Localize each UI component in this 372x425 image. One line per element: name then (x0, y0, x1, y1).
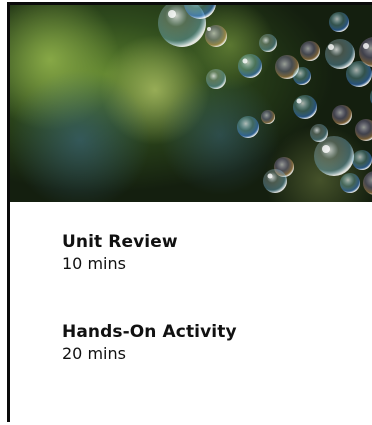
lesson-duration: 20 mins (62, 344, 126, 363)
lesson-item-unit-review[interactable]: Unit Review 10 mins (62, 232, 178, 274)
lesson-duration: 10 mins (62, 254, 126, 273)
lesson-item-hands-on-activity[interactable]: Hands-On Activity 20 mins (62, 322, 237, 364)
lesson-title: Unit Review (62, 232, 178, 252)
lesson-card: Unit Review 10 mins Hands-On Activity 20… (7, 2, 372, 425)
lesson-title: Hands-On Activity (62, 322, 237, 342)
lesson-list: Unit Review 10 mins Hands-On Activity 20… (10, 202, 372, 425)
soap-bubbles-photo (10, 5, 372, 202)
hero-image (10, 5, 372, 202)
